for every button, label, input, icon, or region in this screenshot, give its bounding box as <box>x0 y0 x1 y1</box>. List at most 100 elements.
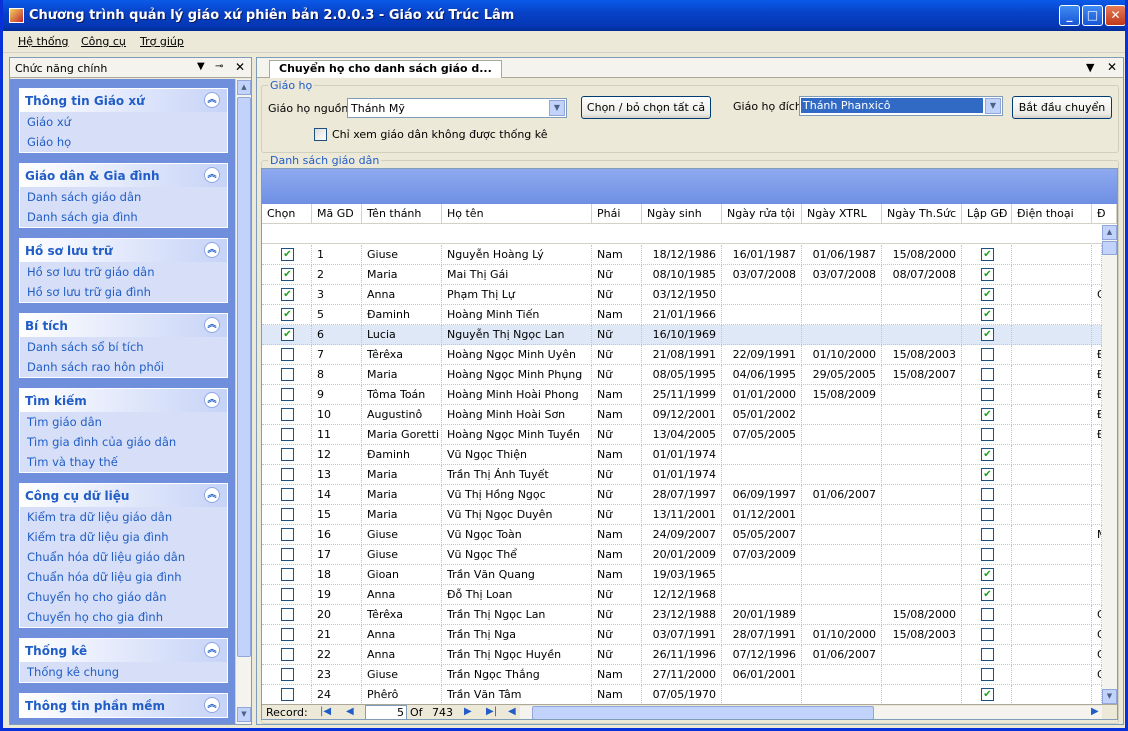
cell-phone[interactable] <box>1012 345 1092 365</box>
cell-gender[interactable]: Nam <box>592 305 642 325</box>
menu-system[interactable]: Hệ thống <box>18 35 69 48</box>
maximize-button[interactable]: □ <box>1082 5 1103 26</box>
select-checkbox[interactable]: ✔ <box>281 248 294 261</box>
select-checkbox[interactable] <box>281 388 294 401</box>
cell-saint-name[interactable]: Giuse <box>362 665 442 685</box>
cell-address[interactable] <box>1092 485 1102 505</box>
scroll-up-icon[interactable]: ▲ <box>1102 225 1117 240</box>
cell-phone[interactable] <box>1012 445 1092 465</box>
table-row[interactable]: 20 Têrêxa Trần Thị Ngọc Lan Nữ 23/12/1988 20/… <box>262 605 1102 625</box>
sidebar-item-parish[interactable]: Giáo xứ <box>20 112 227 132</box>
cell-address[interactable] <box>1092 265 1102 285</box>
cell-communion-date[interactable] <box>802 665 882 685</box>
cell-id[interactable]: 9 <box>312 385 362 405</box>
cell-gender[interactable]: Nữ <box>592 485 642 505</box>
table-row[interactable]: ✔ 6 Lucia Nguyễn Thị Ngọc Lan Nữ 16/10/1969 ✔ <box>262 325 1102 345</box>
cell-confirmation-date[interactable] <box>882 585 962 605</box>
cell-gender[interactable]: Nam <box>592 525 642 545</box>
table-row[interactable]: ✔ 1 Giuse Nguyễn Hoàng Lý Nam 18/12/1986 16/01… <box>262 245 1102 265</box>
cell-id[interactable]: 13 <box>312 465 362 485</box>
source-subparish-select[interactable]: Thánh Mỹ ▼ <box>347 98 567 118</box>
select-checkbox[interactable]: ✔ <box>281 328 294 341</box>
cell-id[interactable]: 7 <box>312 345 362 365</box>
cell-baptism-date[interactable] <box>722 305 802 325</box>
cell-baptism-date[interactable]: 04/06/1995 <box>722 365 802 385</box>
cell-full-name[interactable]: Trần Thị Ngọc Lan <box>442 605 592 625</box>
cell-communion-date[interactable] <box>802 325 882 345</box>
cell-phone[interactable] <box>1012 305 1092 325</box>
cell-baptism-date[interactable] <box>722 285 802 305</box>
cell-birth-date[interactable]: 27/11/2000 <box>642 665 722 685</box>
cell-phone[interactable] <box>1012 625 1092 645</box>
cell-id[interactable]: 1 <box>312 245 362 265</box>
cell-gender[interactable]: Nữ <box>592 625 642 645</box>
group-header[interactable]: Bí tích ︽ <box>20 314 227 337</box>
table-row[interactable]: 8 Maria Hoàng Ngọc Minh Phụng Nữ 08/05/1995 0… <box>262 365 1102 385</box>
cell-communion-date[interactable]: 29/05/2005 <box>802 365 882 385</box>
cell-id[interactable]: 17 <box>312 545 362 565</box>
table-row[interactable]: 21 Anna Trần Thị Nga Nữ 03/07/1991 28/07/1991… <box>262 625 1102 645</box>
cell-communion-date[interactable]: 01/10/2000 <box>802 345 882 365</box>
cell-id[interactable]: 6 <box>312 325 362 345</box>
cell-saint-name[interactable]: Lucia <box>362 325 442 345</box>
cell-saint-name[interactable]: Anna <box>362 585 442 605</box>
cell-birth-date[interactable]: 26/11/1996 <box>642 645 722 665</box>
cell-birth-date[interactable]: 07/05/1970 <box>642 685 722 704</box>
select-checkbox[interactable] <box>281 488 294 501</box>
chevron-down-icon[interactable]: ▼ <box>549 100 565 116</box>
cell-communion-date[interactable]: 03/07/2008 <box>802 265 882 285</box>
table-row[interactable]: 9 Tôma Toán Hoàng Minh Hoài Phong Nam 25/11/… <box>262 385 1102 405</box>
cell-confirmation-date[interactable] <box>882 485 962 505</box>
select-checkbox[interactable] <box>281 648 294 661</box>
cell-saint-name[interactable]: Anna <box>362 285 442 305</box>
select-checkbox[interactable] <box>281 408 294 421</box>
cell-phone[interactable] <box>1012 645 1092 665</box>
cell-id[interactable]: 24 <box>312 685 362 704</box>
sidebar-scrollbar[interactable]: ▲ ▼ <box>235 79 251 724</box>
cell-gender[interactable]: Nữ <box>592 265 642 285</box>
tab-move-people[interactable]: Chuyển họ cho danh sách giáo d... <box>269 60 502 78</box>
group-header[interactable]: Thông tin phần mềm ︽ <box>20 694 227 717</box>
close-button[interactable]: ✕ <box>1105 5 1125 26</box>
cell-full-name[interactable]: Trần Văn Quang <box>442 565 592 585</box>
cell-birth-date[interactable]: 13/04/2005 <box>642 425 722 445</box>
dropdown-icon[interactable]: ▼ <box>197 61 205 72</box>
cell-full-name[interactable]: Mai Thị Gái <box>442 265 592 285</box>
cell-birth-date[interactable]: 21/08/1991 <box>642 345 722 365</box>
cell-birth-date[interactable]: 19/03/1965 <box>642 565 722 585</box>
select-checkbox[interactable] <box>281 348 294 361</box>
cell-saint-name[interactable]: Gioan <box>362 565 442 585</box>
cell-gender[interactable]: Nam <box>592 565 642 585</box>
cell-confirmation-date[interactable] <box>882 525 962 545</box>
has-family-checkbox[interactable]: ✔ <box>981 308 994 321</box>
cell-full-name[interactable]: Vũ Ngọc Thiện <box>442 445 592 465</box>
cell-address[interactable] <box>1092 305 1102 325</box>
cell-id[interactable]: 16 <box>312 525 362 545</box>
cell-baptism-date[interactable]: 05/05/2007 <box>722 525 802 545</box>
col-full-name[interactable]: Họ tên <box>442 204 592 224</box>
cell-phone[interactable] <box>1012 505 1092 525</box>
cell-confirmation-date[interactable] <box>882 385 962 405</box>
cell-address[interactable]: Đ <box>1092 345 1102 365</box>
cell-phone[interactable] <box>1012 405 1092 425</box>
cell-address[interactable] <box>1092 325 1102 345</box>
cell-phone[interactable] <box>1012 265 1092 285</box>
cell-address[interactable]: Đ <box>1092 385 1102 405</box>
cell-saint-name[interactable]: Đaminh <box>362 305 442 325</box>
has-family-checkbox[interactable] <box>981 608 994 621</box>
sidebar-item-find-replace[interactable]: Tìm và thay thế <box>20 452 227 472</box>
collapse-icon[interactable]: ︽ <box>204 317 220 333</box>
scroll-down-icon[interactable]: ▼ <box>1102 689 1117 704</box>
sidebar-item-normalize-family[interactable]: Chuẩn hóa dữ liệu gia đình <box>20 567 227 587</box>
cell-full-name[interactable]: Trần Ngọc Thắng <box>442 665 592 685</box>
chevron-down-icon[interactable]: ▼ <box>985 98 1001 114</box>
cell-communion-date[interactable] <box>802 685 882 704</box>
cell-id[interactable]: 22 <box>312 645 362 665</box>
scroll-thumb[interactable] <box>237 97 251 657</box>
select-checkbox[interactable] <box>281 628 294 641</box>
table-row[interactable]: 7 Têrêxa Hoàng Ngọc Minh Uyên Nữ 21/08/1991 2… <box>262 345 1102 365</box>
has-family-checkbox[interactable] <box>981 628 994 641</box>
cell-saint-name[interactable]: Giuse <box>362 545 442 565</box>
cell-saint-name[interactable]: Têrêxa <box>362 605 442 625</box>
cell-saint-name[interactable]: Đaminh <box>362 445 442 465</box>
